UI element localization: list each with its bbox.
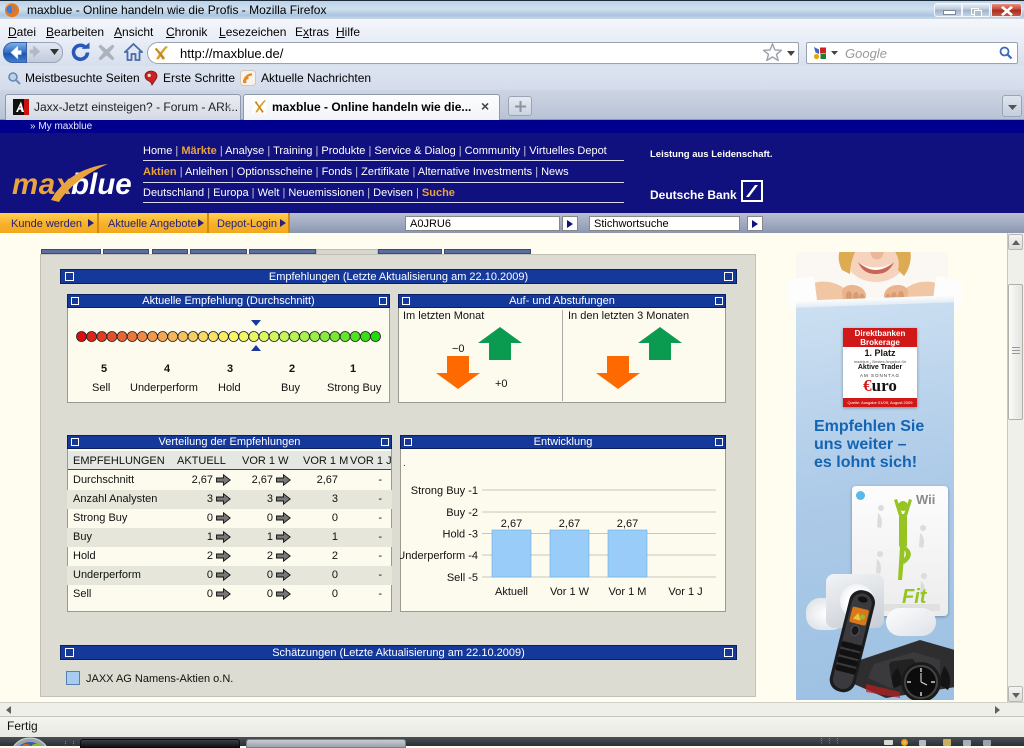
- svg-text:Sell -5: Sell -5: [447, 572, 478, 584]
- svg-text:Vor 1 M: Vor 1 M: [609, 586, 647, 598]
- svg-text:2,67: 2,67: [617, 518, 638, 530]
- svg-text:Vor 1 J: Vor 1 J: [668, 586, 702, 598]
- svg-text:Vor 1 W: Vor 1 W: [550, 586, 590, 598]
- svg-text:2,67: 2,67: [501, 518, 522, 530]
- svg-text:Underperform -4: Underperform -4: [400, 550, 478, 562]
- svg-text:2,67: 2,67: [559, 518, 580, 530]
- svg-text:Strong Buy -1: Strong Buy -1: [411, 485, 478, 497]
- svg-text:Buy -2: Buy -2: [446, 507, 478, 519]
- svg-text:Hold -3: Hold -3: [443, 529, 478, 541]
- svg-text:Aktuell: Aktuell: [495, 586, 528, 598]
